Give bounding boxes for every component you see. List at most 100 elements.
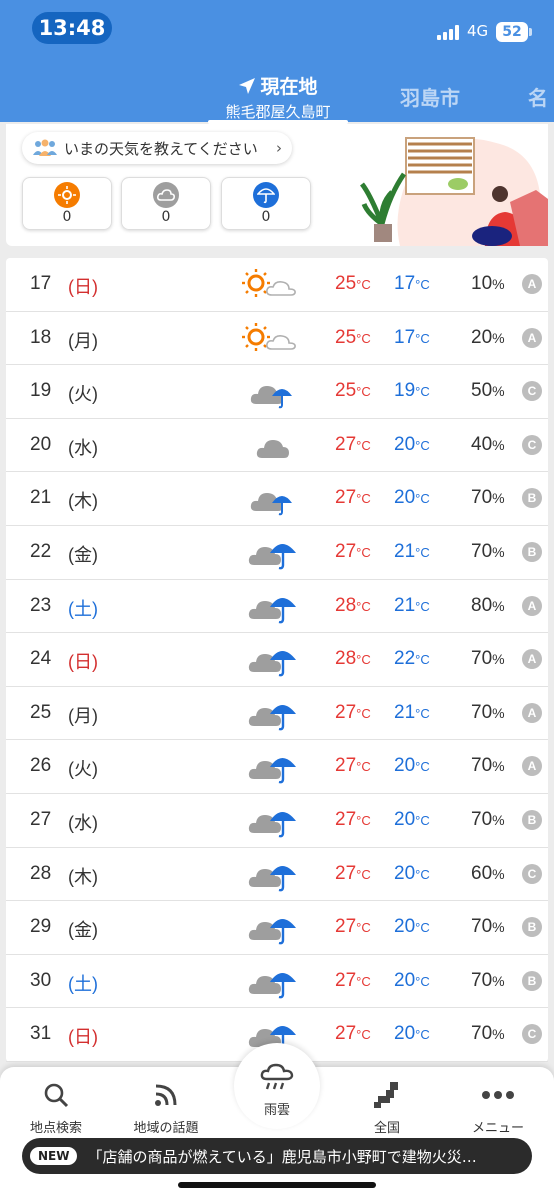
more-dots-icon [482,1091,514,1099]
forecast-day: 20 [30,433,52,455]
forecast-high-value: 28 [335,648,357,670]
forecast-day: 27 [30,808,52,830]
forecast-weekday: (土) [68,973,98,994]
news-headline: 「店舗の商品が燃えている」鹿児島市小野町で建物火災… [87,1147,477,1166]
forecast-day: 17 [30,273,52,294]
forecast-day: 29 [30,916,52,938]
forecast-row[interactable]: 17 (日) 25°C 17°C 10% A [6,258,548,312]
forecast-precip-unit: % [492,758,505,775]
tab-current-location[interactable]: 現在地 熊毛郡屋久島町 [208,72,348,124]
forecast-high-value: 27 [335,487,357,509]
forecast-day: 30 [30,969,52,991]
weather-report-prompt-button[interactable]: いまの天気を教えてください › [22,132,292,164]
forecast-row[interactable]: 25 (月) 27°C 21°C 70% A [6,687,548,741]
nav-local-topics[interactable]: 地域の話題 [111,1079,221,1136]
forecast-row[interactable]: 29 (金) 27°C 20°C 70% B [6,901,548,955]
forecast-row[interactable]: 24 (日) 28°C 22°C 70% A [6,633,548,687]
cloudy-rain-icon [242,857,300,893]
forecast-precip-chance: 50% [471,380,505,402]
forecast-low-temp: 20°C [394,1023,430,1045]
cloudy-rain-icon [242,803,300,839]
forecast-row[interactable]: 18 (月) 25°C 17°C 20% A [6,312,548,366]
vote-sunny-count: 0 [62,209,72,225]
news-ticker[interactable]: NEW 「店舗の商品が燃えている」鹿児島市小野町で建物火災… [22,1138,532,1174]
nav-rain-radar-button[interactable]: 雨雲 [234,1043,320,1129]
forecast-row[interactable]: 28 (木) 27°C 20°C 60% C [6,848,548,902]
forecast-row[interactable]: 22 (金) 27°C 21°C 70% B [6,526,548,580]
location-arrow-icon [239,77,256,94]
forecast-weekday: (日) [68,277,98,297]
forecast-reliability-badge: A [522,595,542,616]
forecast-reliability-badge: C [522,434,542,455]
cloudy-rain-small-icon [242,481,300,517]
vote-cloudy-button[interactable]: 0 [121,177,211,230]
forecast-row[interactable]: 30 (土) 27°C 20°C 70% B [6,955,548,1009]
forecast-row[interactable]: 23 (土) 28°C 21°C 80% A [6,580,548,634]
forecast-high-temp: 27°C [335,809,371,831]
forecast-reliability-badge: B [522,541,542,562]
nav-search[interactable]: 地点検索 [1,1079,111,1136]
forecast-row[interactable]: 21 (木) 27°C 20°C 70% B [6,472,548,526]
forecast-row[interactable]: 20 (水) 27°C 20°C 40% C [6,419,548,473]
forecast-day: 25 [30,701,52,723]
forecast-precip-unit: % [492,383,505,400]
forecast-weekday: (火) [68,384,98,405]
battery-cap [529,28,532,36]
nav-search-label: 地点検索 [29,1121,82,1136]
forecast-high-temp: 27°C [335,916,371,938]
forecast-day: 22 [30,540,52,562]
forecast-precip-value: 10 [471,273,493,294]
forecast-low-value: 20 [394,916,416,938]
forecast-high-value: 27 [335,808,357,830]
nav-nationwide[interactable]: 全国 [332,1079,442,1136]
forecast-low-temp: 21°C [394,541,430,563]
tab-next-partial[interactable]: 名 [528,82,548,111]
tab-hashima[interactable]: 羽島市 [400,82,460,111]
forecast-reliability-badge: C [522,863,542,884]
forecast-precip-unit: % [492,276,505,292]
nav-rain-radar-label: 雨雲 [263,1103,290,1118]
cloudy-rain-icon [242,642,300,678]
forecast-high-temp: 27°C [335,541,371,563]
forecast-row[interactable]: 26 (火) 27°C 20°C 70% A [6,740,548,794]
weather-report-illustration [360,124,548,246]
forecast-high-unit: °C [356,277,371,292]
home-indicator[interactable] [178,1182,376,1188]
japan-map-icon [374,1082,398,1108]
nav-nationwide-label: 全国 [373,1121,400,1136]
forecast-low-unit: °C [415,920,430,936]
nav-menu[interactable]: メニュー [443,1079,553,1136]
vote-sunny-button[interactable]: 0 [22,177,112,230]
vote-rainy-button[interactable]: 0 [221,177,311,230]
forecast-reliability-badge: A [522,702,542,723]
cloudy-icon [153,182,179,208]
tab-current-title: 現在地 [208,72,348,99]
forecast-high-temp: 27°C [335,970,371,992]
forecast-high-unit: °C [356,652,371,668]
forecast-row[interactable]: 19 (火) 25°C 19°C 50% C [6,365,548,419]
forecast-high-temp: 27°C [335,434,371,456]
forecast-low-temp: 21°C [394,595,430,617]
cloudy-rain-icon [242,696,300,732]
forecast-low-unit: °C [415,277,430,292]
forecast-low-temp: 21°C [394,702,430,724]
forecast-precip-unit: % [492,972,505,989]
forecast-day: 19 [30,380,52,402]
network-label: 4G [467,22,489,40]
forecast-row[interactable]: 27 (水) 27°C 20°C 70% B [6,794,548,848]
forecast-low-unit: °C [415,812,430,828]
forecast-precip-value: 70 [471,648,493,670]
forecast-reliability-badge: A [522,327,542,348]
forecast-low-temp: 17°C [394,273,430,295]
forecast-high-value: 27 [335,701,357,723]
forecast-reliability-badge: A [522,756,542,777]
forecast-day: 23 [30,594,52,616]
forecast-reliability-badge: B [522,917,542,938]
forecast-high-unit: °C [356,759,371,775]
nav-menu-label: メニュー [471,1121,524,1136]
forecast-high-temp: 27°C [335,863,371,885]
forecast-low-temp: 20°C [394,434,430,456]
forecast-precip-unit: % [492,329,505,346]
cloudy-rain-icon [242,910,300,946]
forecast-day: 31 [30,1023,52,1045]
